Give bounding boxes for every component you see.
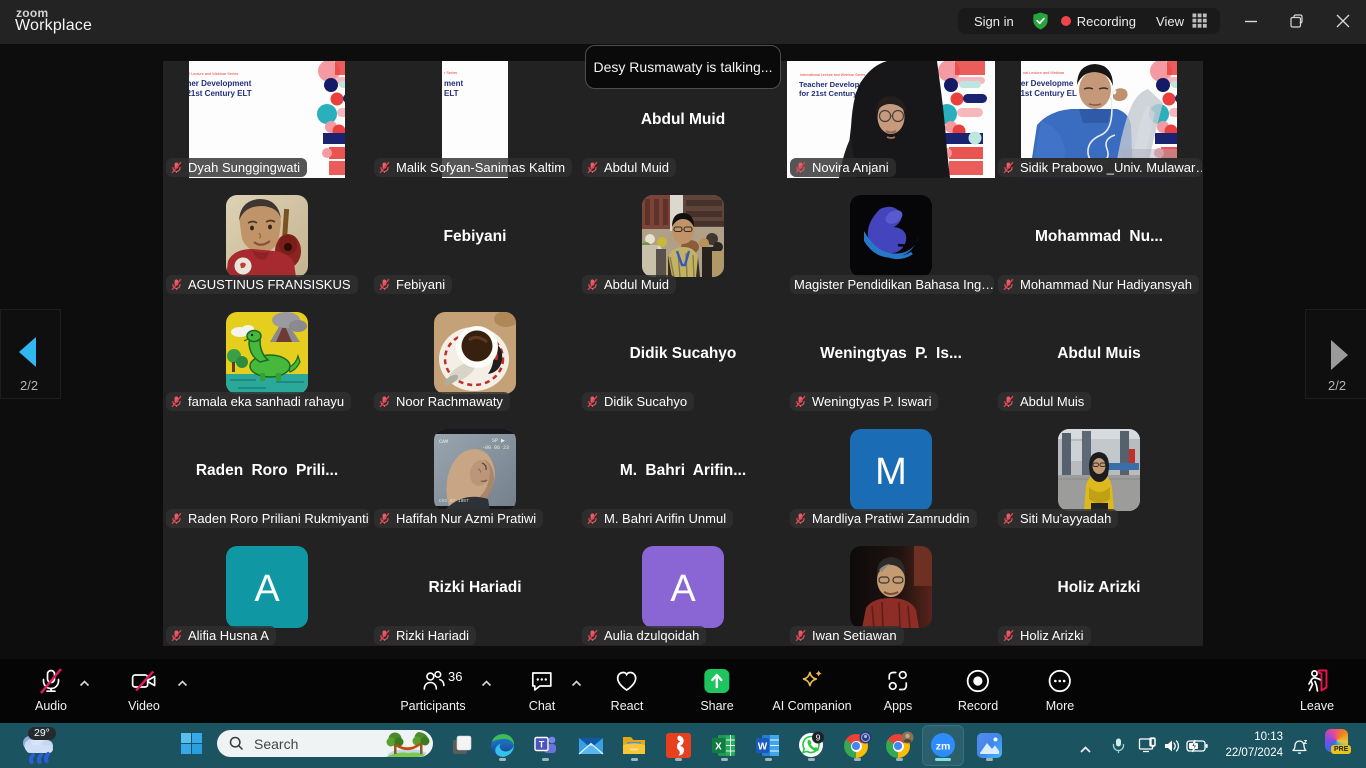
svg-text:CH3 07 1987: CH3 07 1987: [439, 498, 469, 504]
svg-text:W: W: [758, 742, 768, 753]
svg-text:ment: ment: [444, 79, 463, 88]
svg-text:zm: zm: [936, 741, 951, 753]
svg-text:M: M: [875, 451, 907, 493]
svg-text:e21st Century ELT: e21st Century ELT: [189, 89, 252, 98]
svg-text:cher Development: cher Development: [189, 79, 252, 88]
svg-text:CAM: CAM: [439, 439, 448, 445]
svg-text:SP ▶: SP ▶: [492, 438, 505, 444]
svg-text:nal Lecture and Webinar: nal Lecture and Webinar: [1023, 71, 1065, 75]
svg-text:z: z: [1304, 737, 1308, 746]
svg-text:ELT: ELT: [444, 89, 459, 98]
svg-text:T: T: [539, 740, 545, 750]
svg-text:A: A: [670, 568, 696, 610]
svg-text:r Series: r Series: [444, 71, 457, 75]
svg-text:X: X: [715, 742, 722, 753]
svg-text:nal Lecture and Webinar Serie: nal Lecture and Webinar Series: [189, 72, 238, 76]
svg-text:International Lecture and Webi: International Lecture and Webinar Series: [800, 73, 865, 77]
svg-text:9: 9: [816, 733, 821, 743]
svg-text:-00 06 23: -00 06 23: [482, 445, 509, 451]
svg-text:21st Century EL: 21st Century EL: [1021, 89, 1077, 98]
svg-text:A: A: [254, 568, 280, 610]
svg-text:her Developme: her Developme: [1021, 79, 1074, 88]
